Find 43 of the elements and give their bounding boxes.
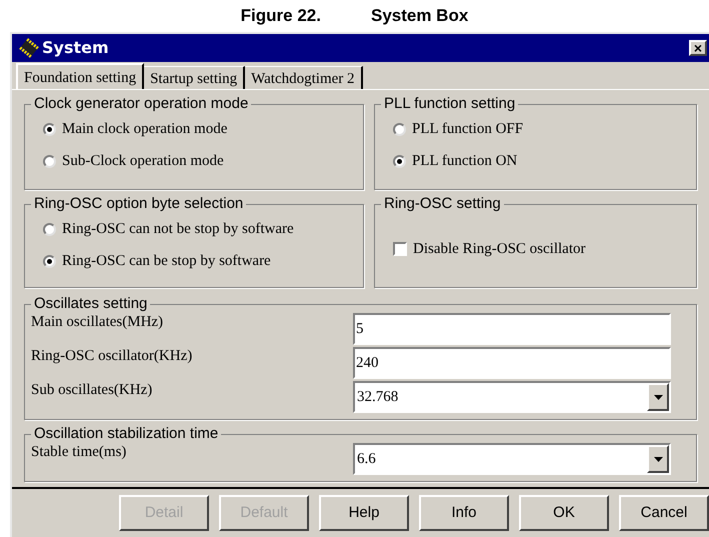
radio-button[interactable] [43, 222, 56, 236]
dropdown[interactable]: 32.768 [353, 381, 671, 413]
field-label: Stable time(ms) [31, 443, 128, 461]
dropdown[interactable]: 6.6 [353, 443, 671, 475]
radio-button[interactable] [43, 154, 56, 168]
tab[interactable]: Startup setting [144, 66, 246, 89]
window-title: System [42, 37, 109, 59]
group-title: Clock generator operation mode [31, 95, 252, 113]
close-button[interactable]: × [689, 40, 707, 56]
chip-icon [18, 37, 40, 59]
dropdown-arrow-button[interactable] [647, 383, 669, 411]
field-label: Ring-OSC oscillator(KHz) [31, 347, 194, 365]
radio-label: Ring-OSC can not be stop by software [62, 220, 294, 239]
radio-label: PLL function OFF [412, 120, 524, 139]
radio-button[interactable] [393, 122, 406, 136]
group-title: Ring-OSC option byte selection [31, 195, 246, 213]
dialog-button[interactable]: OK [519, 495, 609, 531]
tab[interactable]: Watchdogtimer 2 [245, 66, 363, 89]
caret-down-icon [654, 456, 662, 462]
tab[interactable]: Foundation setting [16, 63, 144, 89]
radio-label: PLL function ON [412, 152, 518, 171]
caret-down-icon [654, 394, 662, 400]
group-title: Ring-OSC setting [381, 195, 504, 213]
figure-title: System Box [370, 5, 468, 28]
group-title: Oscillates setting [31, 295, 150, 313]
dialog-button[interactable]: Info [419, 495, 509, 531]
field-label: Main oscillates(MHz) [31, 313, 164, 331]
checkbox-label: Disable Ring-OSC oscillator [413, 240, 586, 259]
radio-label: Main clock operation mode [62, 120, 228, 139]
dialog-button[interactable]: Cancel [619, 495, 709, 531]
radio-button[interactable] [393, 154, 406, 168]
text-field[interactable]: 5 [353, 313, 671, 345]
figure-number: Figure 22. [240, 5, 321, 28]
radio-button[interactable] [43, 254, 56, 268]
radio-button[interactable] [43, 122, 56, 136]
group-title: PLL function setting [381, 95, 518, 113]
radio-label: Ring-OSC can be stop by software [62, 252, 271, 271]
field-label: Sub oscillates(KHz) [31, 381, 154, 399]
dropdown-arrow-button[interactable] [647, 445, 669, 473]
text-field[interactable]: 240 [353, 347, 671, 379]
checkbox[interactable] [393, 242, 407, 256]
dialog-button[interactable]: Help [319, 495, 409, 531]
radio-label: Sub-Clock operation mode [62, 152, 224, 171]
